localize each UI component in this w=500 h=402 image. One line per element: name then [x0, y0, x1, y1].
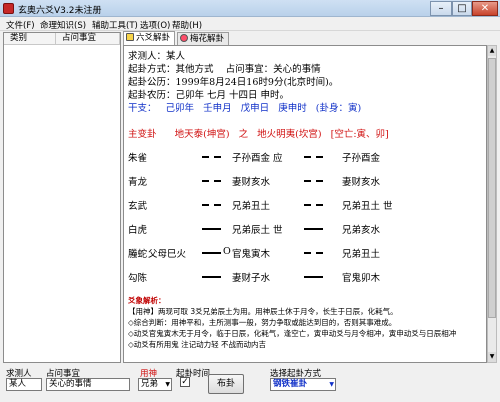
main-yao-label: 官鬼寅木: [232, 249, 271, 260]
lunar-date-line: 起卦农历：己卯年 七月 十四日 申时。: [128, 90, 290, 101]
analysis-line: ◇综合判断：用神平和，主所测事一般，努力争取或能达到目的，否则其事难成。: [128, 318, 397, 327]
menu-options[interactable]: 选项(O): [140, 19, 170, 31]
yao-row: 玄武 兄弟丑土 兄弟丑土 世: [128, 198, 484, 212]
change-yao-label: 官鬼卯木: [342, 273, 381, 284]
change-yao-line: [316, 252, 323, 254]
vertical-scrollbar[interactable]: ▲ ▼: [487, 45, 497, 363]
menu-help[interactable]: 帮助(H): [172, 19, 202, 31]
method-select[interactable]: 钢铁崔卦: [270, 378, 336, 391]
minimize-button[interactable]: –: [430, 1, 452, 16]
main-yao-line: [202, 228, 221, 230]
analysis-line: 【用神】两现可取 3爻兄弟辰土为用。用神辰土休于月令，长生于日辰，化耗气。: [128, 307, 398, 316]
analysis-line: ◇动爻官鬼寅木无于月令，临于日辰，化耗气，逢空亡，寅申动爻与月令相冲，寅申动爻与…: [128, 329, 457, 338]
scroll-up-icon[interactable]: ▲: [488, 46, 496, 56]
change-yao-label: 兄弟亥水: [342, 225, 381, 236]
tab-meihua[interactable]: 梅花解卦: [177, 32, 230, 45]
main-yao-label: 兄弟丑土: [232, 201, 271, 212]
yao-row: 朱雀 子孙酉金 应 子孙酉金: [128, 150, 484, 164]
tab-strip: 六爻解卦 梅花解卦: [123, 31, 497, 45]
change-yao-line: [304, 228, 323, 230]
six-god: 玄武: [128, 201, 148, 212]
window-title: 玄奥六爻V3.2未注册: [18, 6, 102, 16]
divination-result: 求测人：某人 起卦方式：其他方式 占问事宜：关心的事情 起卦公历：1999年8月…: [123, 45, 487, 363]
six-god: 勾陈: [128, 273, 148, 284]
liuyao-icon: [126, 33, 134, 41]
change-yao-label: 妻财亥水: [342, 177, 381, 188]
ganzhi-line: 干支： 己卯年 壬申月 戊申日 庚申时 (卦身：寅): [128, 103, 362, 114]
yao-row: 勾陈 妻财子水 官鬼卯木: [128, 270, 484, 284]
main-yao-line: [202, 276, 221, 278]
change-yao-line: [304, 276, 323, 278]
yongshen-select[interactable]: 兄弟: [138, 378, 172, 391]
change-yao-label: 兄弟丑土 世: [342, 201, 393, 212]
analysis-section: 爻象解析： 【用神】两现可取 3爻兄弟辰土为用。用神辰土休于月令，长生于日辰，化…: [128, 295, 484, 350]
seeker-input[interactable]: 某人: [6, 378, 42, 391]
six-god: 青龙: [128, 177, 148, 188]
gua-title: 主变卦 地天泰(坤宫) 之 地火明夷(坎宫) [空亡:寅、卯]: [128, 129, 389, 140]
main-yao-line: [202, 204, 209, 206]
change-yao-label: 兄弟丑土: [342, 249, 381, 260]
main-yao-label: 妻财子水: [232, 273, 271, 284]
main-yao-line: [214, 180, 221, 182]
column-header-category[interactable]: 类别: [4, 33, 56, 45]
menu-file[interactable]: 文件(F): [6, 19, 35, 31]
title-bar: 玄奥六爻V3.2未注册 – □ ✕: [0, 0, 500, 17]
change-yao-line: [316, 204, 323, 206]
cast-button[interactable]: 布卦: [208, 374, 244, 394]
main-yao-line: [202, 156, 209, 158]
column-header-matter[interactable]: 占问事宜: [56, 33, 120, 45]
main-yao-line: [214, 204, 221, 206]
yao-row: 螣蛇 父母巳火 O 官鬼寅木 兄弟丑土: [128, 246, 484, 260]
yao-row: 青龙 妻财亥水 妻财亥水: [128, 174, 484, 188]
menu-knowledge[interactable]: 命理知识(S): [40, 19, 86, 31]
tab-liuyao[interactable]: 六爻解卦: [123, 31, 176, 45]
close-button[interactable]: ✕: [472, 1, 498, 16]
yao-row: 白虎 兄弟辰土 世 兄弟亥水: [128, 222, 484, 236]
main-yao-label: 子孙酉金 应: [232, 153, 283, 164]
change-yao-line: [304, 156, 311, 158]
change-yao-line: [316, 180, 323, 182]
change-yao-line: [316, 156, 323, 158]
input-bar: 求测人 某人 占问事宜 关心的事情 用神 兄弟 起卦时间 ✓ 布卦 选择起卦方式…: [0, 364, 500, 402]
main-yao-label: 妻财亥水: [232, 177, 271, 188]
change-yao-line: [304, 252, 311, 254]
seeker-line: 求测人：某人: [128, 51, 186, 62]
menu-tools[interactable]: 辅助工具(T): [92, 19, 138, 31]
main-yao-line: [202, 180, 209, 182]
change-yao-line: [304, 180, 311, 182]
main-yao-label: 兄弟辰土 世: [232, 225, 283, 236]
six-god: 螣蛇: [128, 249, 148, 260]
six-god: 朱雀: [128, 153, 148, 164]
app-icon: [3, 3, 14, 14]
scroll-down-icon[interactable]: ▼: [488, 352, 496, 362]
maximize-button[interactable]: □: [452, 1, 472, 16]
menu-bar: 文件(F) 命理知识(S) 辅助工具(T) 选项(O) 帮助(H): [0, 17, 500, 31]
analysis-title: 爻象解析：: [128, 296, 166, 305]
record-list[interactable]: 类别 占问事宜: [3, 32, 121, 363]
change-yao-line: [304, 204, 311, 206]
main-yao-line: [202, 252, 221, 254]
time-checkbox[interactable]: ✓: [180, 377, 190, 387]
matter-input[interactable]: 关心的事情: [46, 378, 130, 391]
fu-shen: 父母巳火: [148, 249, 187, 260]
six-god: 白虎: [128, 225, 148, 236]
scroll-thumb[interactable]: [488, 58, 496, 318]
main-yao-line: [214, 156, 221, 158]
method-line: 起卦方式：其他方式 占问事宜：关心的事情: [128, 64, 321, 75]
analysis-line: ◇动爻有所用鬼 注记动力轻 不战而动内吉: [128, 340, 267, 349]
solar-date-line: 起卦公历：1999年8月24日16时9分(北京时间)。: [128, 77, 339, 88]
change-yao-label: 子孙酉金: [342, 153, 381, 164]
meihua-icon: [180, 34, 188, 42]
moving-yao-marker: O: [223, 246, 231, 257]
